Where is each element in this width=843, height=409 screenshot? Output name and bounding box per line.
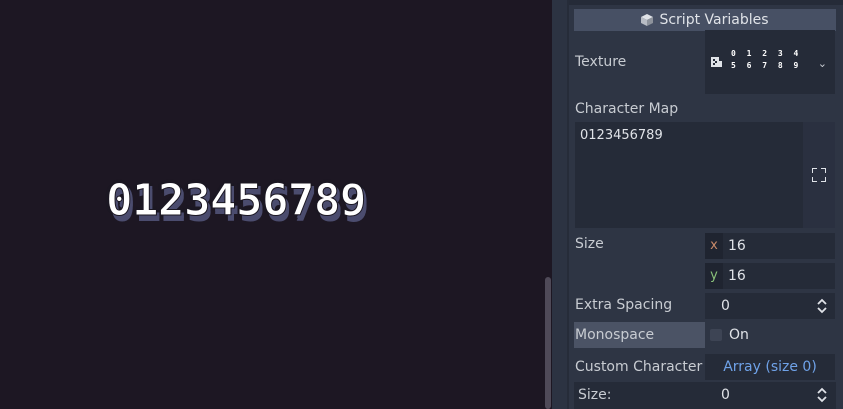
- array-size-spinbox[interactable]: 0: [705, 382, 835, 408]
- expand-editor-button[interactable]: [803, 122, 835, 228]
- texture-thumb-row: 5 6 7 8 9: [731, 61, 802, 70]
- inspector-left-edge: [567, 0, 569, 409]
- monospace-checkbox[interactable]: [710, 329, 722, 341]
- bitmap-font-preview: 0123456789: [106, 175, 466, 233]
- viewport-scrollbar[interactable]: [545, 277, 551, 409]
- preview-text: 0123456789: [106, 175, 367, 226]
- monospace-label: Monospace: [575, 327, 655, 343]
- texture-thumbnail: 0 1 2 3 4 5 6 7 8 9: [731, 48, 801, 72]
- monospace-value: On: [729, 327, 749, 343]
- texture-file-icon: [711, 57, 722, 67]
- size-y-field[interactable]: y 16: [705, 263, 835, 289]
- chevron-down-icon[interactable]: ⌄: [818, 57, 827, 70]
- texture-thumb-row: 0 1 2 3 4: [731, 49, 802, 58]
- array-size-value: 0: [721, 387, 730, 403]
- panel-splitter[interactable]: [552, 0, 567, 409]
- size-x-value: 16: [728, 238, 746, 254]
- custom-character-array-button[interactable]: Array (size 0): [705, 354, 835, 380]
- extra-spacing-spinbox[interactable]: 0: [705, 293, 835, 319]
- array-size-label: Size:: [578, 387, 612, 403]
- section-title: Script Variables: [659, 12, 769, 28]
- custom-character-label: Custom Character: [575, 359, 703, 375]
- expand-icon: [812, 168, 826, 182]
- cube-icon: [641, 14, 654, 26]
- inspector-top-edge: [567, 0, 843, 5]
- size-x-field[interactable]: x 16: [705, 233, 835, 259]
- extra-spacing-value: 0: [721, 298, 730, 314]
- character-map-textarea[interactable]: 0123456789: [575, 122, 803, 228]
- spinner-arrows-icon[interactable]: [817, 387, 827, 403]
- y-axis-label: y: [705, 263, 723, 289]
- texture-label: Texture: [575, 54, 627, 70]
- character-map-label: Character Map: [575, 101, 679, 117]
- x-axis-label: x: [705, 233, 723, 259]
- game-viewport: 0123456789: [0, 0, 545, 409]
- inspector-panel: Script Variables Texture 0 1 2 3 4 5 6 7…: [567, 0, 843, 409]
- size-label: Size: [575, 236, 604, 252]
- size-y-value: 16: [728, 268, 746, 284]
- script-variables-header[interactable]: Script Variables: [574, 9, 836, 31]
- extra-spacing-label: Extra Spacing: [575, 297, 673, 313]
- spinner-arrows-icon[interactable]: [817, 298, 827, 314]
- texture-picker[interactable]: 0 1 2 3 4 5 6 7 8 9 ⌄: [705, 30, 835, 94]
